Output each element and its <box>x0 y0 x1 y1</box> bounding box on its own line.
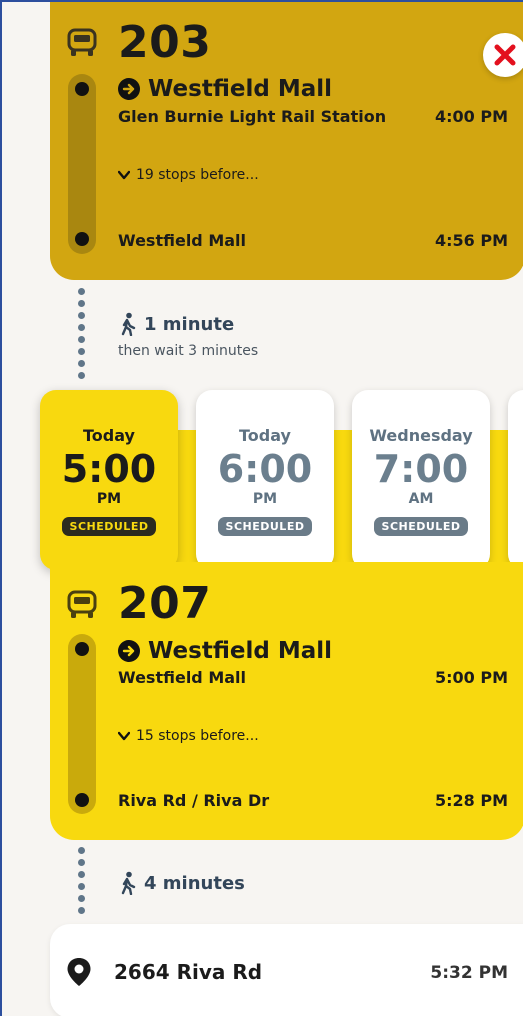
bus-icon <box>67 590 97 618</box>
walk-connector <box>78 847 86 919</box>
board-stop-time: 4:00 PM <box>434 107 508 126</box>
departure-day: Today <box>239 426 291 445</box>
final-arrival-time: 5:32 PM <box>430 963 508 983</box>
departure-time: 7:00 <box>373 447 469 491</box>
destination-label: Westfield Mall <box>148 76 333 102</box>
departure-option-partial[interactable] <box>508 390 523 570</box>
walk-wait-note: then wait 3 minutes <box>118 343 259 359</box>
departure-ampm: PM <box>96 491 122 507</box>
walk-connector <box>78 288 86 384</box>
route-timeline <box>68 74 96 254</box>
alight-stop-time: 4:56 PM <box>434 231 508 250</box>
final-destination-name: 2664 Riva Rd <box>114 960 263 984</box>
walk-segment: 1 minute <box>118 312 234 336</box>
arrow-right-circle-icon <box>118 78 140 100</box>
departure-ampm: AM <box>408 491 434 507</box>
destination-label: Westfield Mall <box>148 638 333 664</box>
route-number: 207 <box>118 578 212 629</box>
walk-duration: 4 minutes <box>144 872 245 894</box>
route-timeline <box>68 634 96 814</box>
board-stop-name: Westfield Mall <box>118 668 247 687</box>
close-button[interactable] <box>483 33 523 77</box>
departure-option-selected[interactable]: Today 5:00 PM SCHEDULED <box>40 390 178 570</box>
alight-stop-dot <box>75 793 89 807</box>
destination-heading: Westfield Mall <box>118 76 332 102</box>
departure-day: Wednesday <box>369 426 473 445</box>
departure-option[interactable]: Wednesday 7:00 AM SCHEDULED <box>352 390 490 570</box>
alight-stop-dot <box>75 232 89 246</box>
board-stop-dot <box>75 642 89 656</box>
board-stop-dot <box>75 82 89 96</box>
departure-time: 5:00 <box>61 447 157 491</box>
arrow-right-circle-icon <box>118 640 140 662</box>
board-stop-time: 5:00 PM <box>434 668 508 687</box>
departure-ampm: PM <box>252 491 278 507</box>
destination-heading: Westfield Mall <box>118 638 332 664</box>
alight-stop-name: Westfield Mall <box>118 231 247 250</box>
route-number: 203 <box>118 17 212 68</box>
location-pin-icon <box>67 958 91 986</box>
walk-icon <box>121 312 136 336</box>
departure-status-badge: SCHEDULED <box>217 517 313 536</box>
walk-icon <box>121 871 136 895</box>
departure-status-badge: SCHEDULED <box>61 517 157 536</box>
departure-day: Today <box>83 426 135 445</box>
departure-option[interactable]: Today 6:00 PM SCHEDULED <box>196 390 334 570</box>
trip-details-screen: 203 Westfield Mall Glen Burnie Light Rai… <box>0 0 523 1016</box>
stops-toggle-label: 15 stops before... <box>136 728 259 744</box>
bus-icon <box>67 28 97 56</box>
departure-time: 6:00 <box>217 447 313 491</box>
walk-segment: 4 minutes <box>118 871 245 895</box>
chevron-down-icon <box>118 731 130 741</box>
intermediate-stops-toggle[interactable]: 15 stops before... <box>118 728 259 744</box>
departure-status-badge: SCHEDULED <box>373 517 469 536</box>
alight-stop-name: Riva Rd / Riva Dr <box>118 791 270 810</box>
close-icon <box>494 44 516 66</box>
alight-stop-time: 5:28 PM <box>434 791 508 810</box>
stops-toggle-label: 19 stops before... <box>136 167 259 183</box>
board-stop-name: Glen Burnie Light Rail Station <box>118 107 387 126</box>
walk-duration: 1 minute <box>144 313 235 335</box>
chevron-down-icon <box>118 170 130 180</box>
intermediate-stops-toggle[interactable]: 19 stops before... <box>118 167 259 183</box>
